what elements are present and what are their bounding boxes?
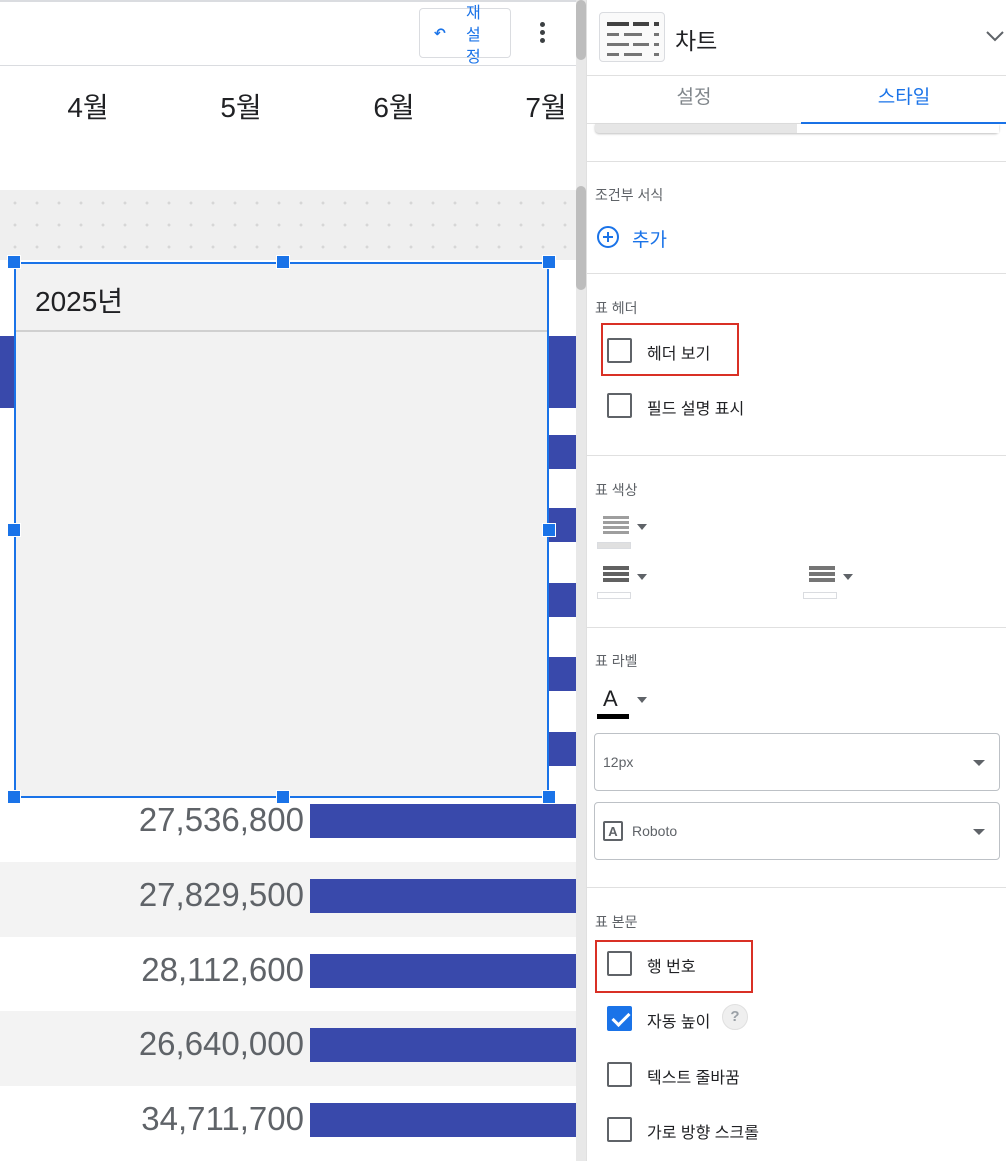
section-title-table-colors: 표 색상 [595,482,638,498]
table-bar [0,336,14,408]
table-bar [548,732,576,766]
properties-panel: 차트 설정 스타일 조건부 서식 추가 표 헤더 헤더 보기 필드 설명 표시 … [586,0,1006,1161]
dropdown-arrow-icon [973,829,985,835]
header-color-picker[interactable] [597,516,653,552]
panel-header: 차트 [587,0,1006,76]
month-label: 6월 [373,92,415,123]
month-label: 4월 [67,92,109,123]
divider [587,161,1006,162]
row-value: 28,112,600 [141,951,304,988]
font-family-value: Roboto [632,823,678,839]
font-size-value: 12px [603,754,634,770]
undo-icon: ↶ [434,25,446,41]
table-header-label: 2025년 [35,286,124,317]
resize-handle[interactable] [7,790,21,804]
add-label: 추가 [632,230,667,251]
resize-handle[interactable] [276,255,290,269]
table-row[interactable]: 34,711,700 [0,1086,576,1161]
chevron-down-icon[interactable] [985,26,1005,46]
section-title-table-header: 표 헤더 [595,300,638,316]
table-row[interactable]: 26,640,000 [0,1011,576,1086]
resize-handle[interactable] [542,255,556,269]
resize-handle[interactable] [7,523,21,537]
table-bar [310,879,576,913]
section-title-conditional: 조건부 서식 [595,187,664,203]
canvas-toolbar: ↶ 재설정 [0,2,576,66]
scrollbar-thumb[interactable] [576,186,586,290]
table-bar [548,583,576,617]
resize-handle[interactable] [276,790,290,804]
dropdown-arrow-icon [973,760,985,766]
font-size-select[interactable]: 12px [594,733,1000,791]
reset-button[interactable]: ↶ 재설정 [419,5,511,66]
row-value: 34,711,700 [141,1100,304,1137]
font-icon: A [603,821,623,841]
show-header-checkbox[interactable] [607,338,632,363]
row-numbers-checkbox[interactable] [607,951,632,976]
even-row-color-picker[interactable] [803,566,859,602]
resize-handle[interactable] [542,790,556,804]
table-row[interactable]: 27,829,500 [0,862,576,937]
help-icon[interactable]: ? [722,1004,748,1030]
report-canvas: ↶ 재설정 4월 5월 6월 7월 27,536,800 27,829,500 … [0,0,576,1161]
table-color-icon [603,516,629,538]
table-bar [310,1028,576,1062]
more-vert-icon[interactable] [530,20,554,48]
horizontal-scroll-checkbox[interactable] [607,1117,632,1142]
month-label: 7월 [525,92,567,123]
collapsed-section-strip [595,124,999,133]
tab-setup[interactable]: 설정 [587,76,801,124]
divider [587,627,1006,628]
divider [587,273,1006,274]
section-title-table-body: 표 본문 [595,914,638,930]
resize-handle[interactable] [542,523,556,537]
table-color-icon [603,566,629,588]
text-color-icon: A [603,686,618,711]
row-value: 26,640,000 [138,1025,304,1062]
table-row[interactable]: 28,112,600 [0,937,576,1012]
divider [587,887,1006,888]
font-color-picker[interactable]: A [597,686,653,722]
show-field-desc-checkbox[interactable] [607,393,632,418]
canvas-grid-band [0,190,576,260]
wrap-text-checkbox[interactable] [607,1062,632,1087]
font-family-select[interactable]: A Roboto [594,802,1000,860]
table-bar [310,1103,576,1137]
row-value: 27,536,800 [138,801,304,838]
table-color-icon [809,566,835,588]
panel-title: 차트 [675,28,718,54]
selected-table-chart[interactable]: 2025년 [14,262,549,798]
table-bar [310,954,576,988]
resize-handle[interactable] [7,255,21,269]
show-field-desc-label: 필드 설명 표시 [647,401,745,418]
table-bar [548,435,576,469]
tab-style[interactable]: 스타일 [801,76,1006,124]
divider [587,455,1006,456]
table-header: 2025년 [16,264,547,332]
month-label: 5월 [220,92,262,123]
horizontal-scroll-label: 가로 방향 스크롤 [647,1125,759,1142]
show-header-label: 헤더 보기 [647,346,711,363]
table-bar [548,657,576,691]
auto-height-checkbox[interactable] [607,1006,632,1031]
section-title-table-labels: 표 라벨 [595,653,638,669]
panel-tabs: 설정 스타일 [587,76,1006,124]
table-chart-icon[interactable] [599,12,665,62]
table-bar [548,336,576,408]
row-value: 27,829,500 [138,876,304,913]
odd-row-color-picker[interactable] [597,566,653,602]
reset-label: 재설정 [466,5,481,66]
wrap-text-label: 텍스트 줄바꿈 [647,1070,740,1087]
row-numbers-label: 행 번호 [647,959,696,976]
auto-height-label: 자동 높이 [647,1014,711,1031]
add-circle-icon [597,226,619,248]
table-bar [310,804,576,838]
month-header-row: 4월 5월 6월 7월 [0,68,576,138]
scrollbar-thumb[interactable] [576,0,586,60]
canvas-scrollbar[interactable] [576,0,586,1161]
